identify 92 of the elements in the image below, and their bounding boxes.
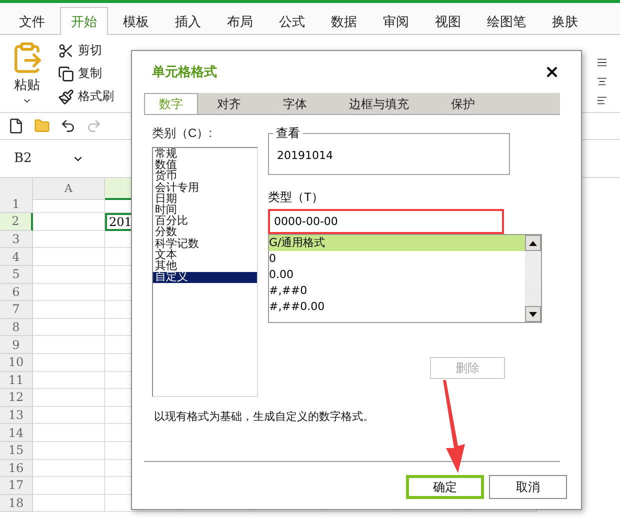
type-input[interactable]: 0000-00-00	[268, 209, 504, 234]
category-item[interactable]: 货币	[153, 171, 257, 183]
row-header[interactable]: 8	[0, 318, 33, 336]
category-item[interactable]: 日期	[153, 194, 257, 206]
format-painter-button[interactable]: 格式刷	[58, 87, 114, 106]
row-header[interactable]: 10	[0, 354, 33, 372]
row-header[interactable]: 14	[0, 424, 33, 442]
grid-cell[interactable]	[33, 248, 105, 266]
row-header[interactable]: 16	[0, 460, 33, 478]
ribbon-tab[interactable]: 开始	[60, 7, 108, 35]
grid-cell[interactable]	[33, 406, 105, 424]
grid-cell[interactable]	[33, 230, 105, 248]
preview-label: 查看	[275, 125, 301, 142]
grid-cell[interactable]	[33, 284, 105, 302]
undo-icon[interactable]	[60, 118, 76, 134]
grid-cell[interactable]	[33, 372, 105, 390]
row-header[interactable]: 12	[0, 389, 33, 407]
row-header[interactable]: 5	[0, 266, 33, 284]
copy-icon	[58, 66, 74, 82]
format-item[interactable]: G/通用格式	[269, 235, 525, 251]
row-header[interactable]: 9	[0, 336, 33, 354]
ribbon-tab[interactable]: 模板	[112, 7, 160, 35]
close-icon[interactable]	[544, 64, 560, 80]
grid-cell[interactable]	[33, 301, 105, 319]
category-item[interactable]: 数值	[153, 160, 257, 172]
ribbon-tab[interactable]: 审阅	[372, 7, 420, 35]
category-item[interactable]: 时间	[153, 205, 257, 216]
ribbon-tab[interactable]: 视图	[424, 7, 472, 35]
row-header[interactable]: 3	[0, 230, 33, 248]
row-header[interactable]: 7	[0, 301, 33, 319]
new-file-icon[interactable]	[8, 118, 24, 134]
grid-cell[interactable]	[33, 318, 105, 336]
dialog-tab[interactable]: 边框与填充	[334, 93, 424, 114]
grid-cell[interactable]	[33, 266, 105, 284]
category-item[interactable]: 分数	[153, 227, 257, 239]
copy-button[interactable]: 复制	[58, 64, 114, 83]
format-item[interactable]: 0	[269, 251, 525, 267]
grid-cell[interactable]	[33, 196, 105, 214]
scrollbar[interactable]	[525, 235, 541, 322]
grid-cell[interactable]	[33, 494, 105, 512]
grid-cell[interactable]	[33, 336, 105, 354]
category-label: 类别（C）:	[152, 125, 213, 142]
ribbon-tab[interactable]: 布局	[216, 7, 264, 35]
grid-cell[interactable]	[33, 354, 105, 372]
row-header[interactable]: 15	[0, 442, 33, 460]
preview-value: 20191014	[277, 149, 333, 162]
format-item[interactable]: 0.00	[269, 267, 525, 283]
scissors-icon	[58, 42, 74, 58]
row-header[interactable]: 4	[0, 248, 33, 266]
down-arrow-icon	[529, 312, 537, 316]
row-header[interactable]: 2	[0, 213, 33, 231]
category-item[interactable]: 常规	[153, 149, 257, 160]
grid-cell[interactable]	[33, 424, 105, 442]
folder-icon[interactable]	[34, 118, 50, 134]
row-header[interactable]: 6	[0, 284, 33, 302]
column-header[interactable]: A	[33, 178, 105, 200]
row-header[interactable]: 17	[0, 477, 33, 495]
grid-cell[interactable]	[33, 389, 105, 407]
grid-cell[interactable]	[33, 460, 105, 478]
dialog-tab[interactable]: 保护	[436, 93, 490, 114]
name-box[interactable]: B2	[14, 151, 32, 166]
redo-icon[interactable]	[86, 118, 102, 134]
row-header[interactable]: 11	[0, 372, 33, 390]
dialog-title: 单元格格式	[152, 63, 217, 81]
dialog-tab[interactable]: 字体	[268, 93, 322, 114]
category-item[interactable]: 百分比	[153, 216, 257, 228]
cut-button[interactable]: 剪切	[58, 41, 114, 60]
brush-icon	[58, 88, 74, 104]
ribbon-tab[interactable]: 文件	[8, 7, 56, 35]
cancel-button[interactable]: 取消	[489, 475, 567, 499]
up-arrow-icon	[529, 240, 537, 246]
grid-cell[interactable]	[33, 442, 105, 460]
description-text: 以现有格式为基础，生成自定义的数字格式。	[153, 410, 375, 424]
grid-cell[interactable]	[33, 213, 105, 231]
category-item[interactable]: 文本	[153, 250, 257, 262]
paste-button[interactable]: 粘贴	[10, 41, 44, 106]
ribbon-tab[interactable]: 数据	[320, 7, 368, 35]
ribbon-tab[interactable]: 公式	[268, 7, 316, 35]
row-header[interactable]: 18	[0, 494, 33, 512]
row-header[interactable]: 13	[0, 406, 33, 424]
format-item[interactable]: #,##0.00	[269, 299, 525, 315]
format-item[interactable]: #,##0	[269, 283, 525, 299]
category-item[interactable]: 其他	[153, 261, 257, 272]
grid-cell[interactable]	[33, 477, 105, 495]
ribbon-tab[interactable]: 插入	[164, 7, 212, 35]
ribbon-tab[interactable]: 绘图笔	[476, 7, 537, 35]
category-item[interactable]: 科学记数	[153, 238, 257, 250]
dialog-tab[interactable]: 对齐	[202, 93, 256, 114]
ribbon-tab[interactable]: 换肤	[541, 7, 589, 35]
category-item[interactable]: 会计专用	[153, 182, 257, 194]
ok-button[interactable]: 确定	[406, 475, 484, 499]
type-label: 类型（T）	[268, 189, 324, 206]
